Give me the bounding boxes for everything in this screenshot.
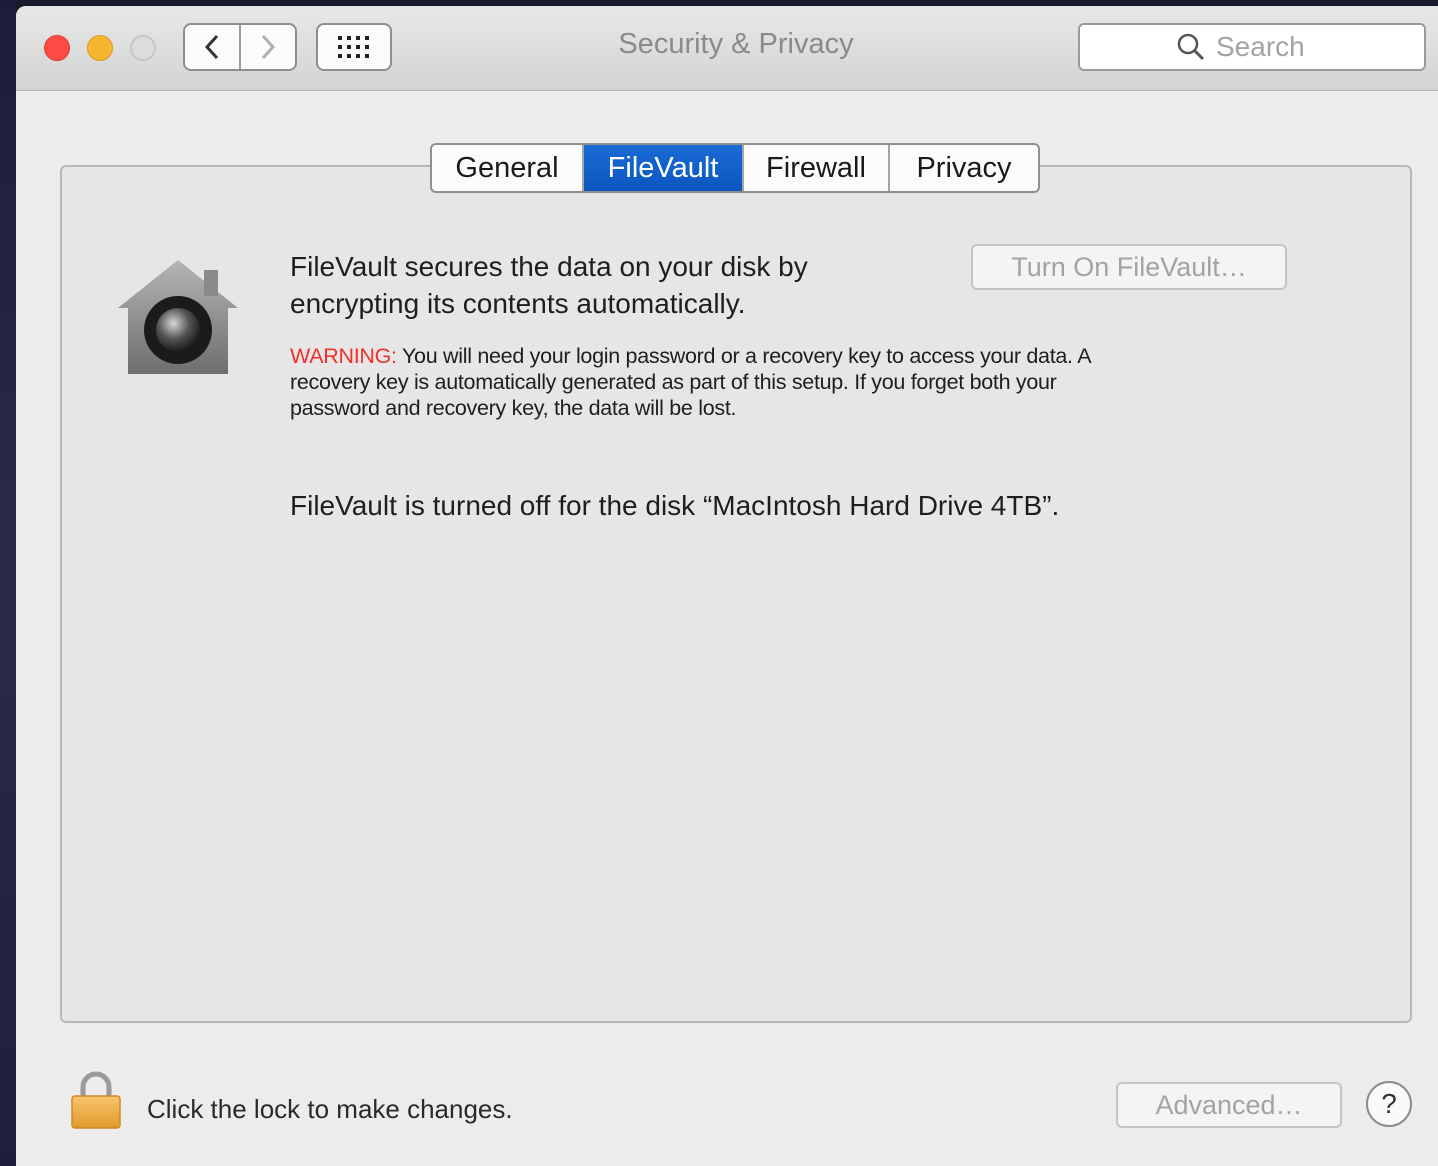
help-button[interactable]: ? (1366, 1081, 1412, 1127)
turn-on-filevault-button[interactable]: Turn On FileVault… (971, 244, 1287, 290)
advanced-button[interactable]: Advanced… (1116, 1082, 1342, 1128)
filevault-icon (118, 260, 238, 374)
zoom-button[interactable] (130, 35, 156, 61)
search-icon (1177, 33, 1205, 61)
warning-label: WARNING: (290, 344, 397, 368)
close-button[interactable] (44, 35, 70, 61)
tab-firewall[interactable]: Firewall (742, 145, 888, 191)
lock-icon[interactable] (70, 1070, 122, 1130)
warning-text: WARNING: You will need your login passwo… (290, 343, 1230, 421)
window-title: Security & Privacy (618, 28, 854, 60)
description-line: FileVault secures the data on your disk … (290, 251, 808, 282)
title-bar: Security & Privacy (16, 6, 1438, 91)
lock-message[interactable]: Click the lock to make changes. (147, 1094, 513, 1125)
preferences-window: Security & Privacy General FileVault Fir… (16, 6, 1438, 1166)
tab-privacy[interactable]: Privacy (888, 145, 1038, 191)
filevault-status: FileVault is turned off for the disk “Ma… (290, 490, 1060, 521)
description-line: encrypting its contents automatically. (290, 288, 746, 319)
warning-line-2: recovery key is automatically generated … (290, 370, 1057, 394)
warning-line-1: You will need your login password or a r… (396, 344, 1092, 368)
show-all-button[interactable] (316, 23, 392, 71)
grid-icon (338, 36, 369, 58)
minimize-button[interactable] (87, 35, 113, 61)
forward-button[interactable] (239, 25, 295, 69)
warning-line-3: password and recovery key, the data will… (290, 396, 737, 420)
desktop-background (0, 0, 16, 1166)
chevron-left-icon (204, 34, 219, 60)
tab-filevault[interactable]: FileVault (582, 145, 742, 191)
back-forward-control (183, 23, 297, 71)
search-field[interactable] (1078, 23, 1426, 71)
search-input[interactable] (1214, 30, 1328, 64)
filevault-description: FileVault secures the data on your disk … (290, 248, 808, 322)
tab-general[interactable]: General (432, 145, 582, 191)
back-button[interactable] (185, 25, 239, 69)
warning-line: WARNING: You will need your login passwo… (290, 343, 1230, 369)
tab-bar: General FileVault Firewall Privacy (430, 143, 1040, 193)
chevron-right-icon (261, 34, 276, 60)
